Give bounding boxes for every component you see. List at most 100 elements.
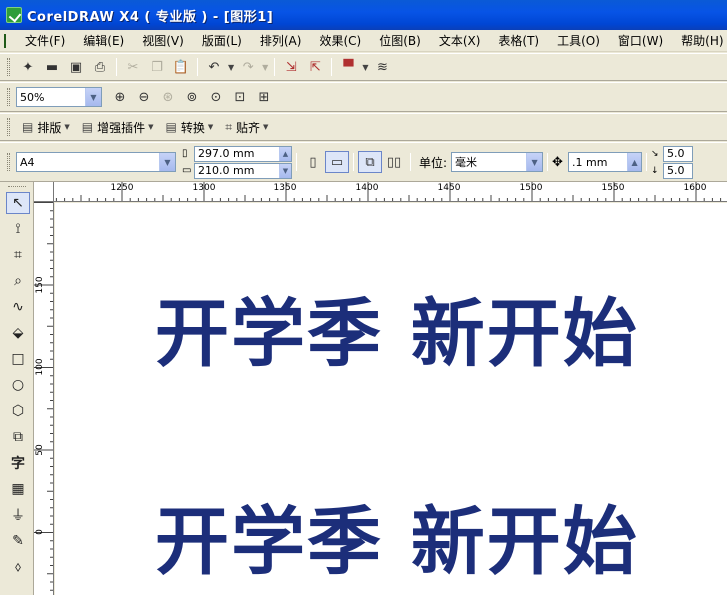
landscape-icon[interactable]: ▭ — [325, 151, 349, 173]
current-page-icon[interactable]: ▯▯ — [382, 151, 406, 173]
open-icon[interactable]: ▬ — [40, 56, 64, 78]
toolbar-separator — [197, 58, 198, 76]
enhance-plugin-button[interactable]: ▤ 增强插件 ▼ — [76, 116, 160, 138]
zoom-in-icon[interactable]: ⊕ — [108, 86, 132, 108]
menu-window[interactable]: 窗口(W) — [609, 32, 672, 49]
zoom-width-icon[interactable]: ⊡ — [228, 86, 252, 108]
nudge-distance-field[interactable]: .1 mm ▲ — [568, 152, 643, 172]
cut-icon[interactable]: ✂ — [121, 56, 145, 78]
outline-tool-icon[interactable]: ⬨ — [6, 556, 30, 578]
shape-tool-icon[interactable]: ⟟ — [6, 218, 30, 240]
vertical-ruler[interactable]: 150 100 50 0 — [34, 202, 54, 595]
basic-shapes-icon[interactable]: ⧉ — [6, 426, 30, 448]
spinner-icon[interactable]: ▼ — [279, 163, 291, 178]
undo-icon[interactable]: ↶ — [202, 56, 226, 78]
units-select[interactable]: 毫米 ▼ — [451, 152, 544, 172]
menu-view[interactable]: 视图(V) — [133, 32, 193, 49]
drawing-canvas[interactable]: 开学季 新开始 开学季 新开始 — [55, 203, 727, 595]
convert-plugin-button[interactable]: ▤ 转换 ▼ — [160, 116, 220, 138]
menu-text[interactable]: 文本(X) — [430, 32, 490, 49]
layout-plugin-button[interactable]: ▤ 排版 ▼ — [16, 116, 76, 138]
all-pages-icon[interactable]: ⧉ — [358, 151, 382, 173]
dup-x-field[interactable]: 5.0 — [663, 145, 694, 162]
ellipse-tool-icon[interactable]: ○ — [6, 374, 30, 396]
page-height-field[interactable]: 210.0 mm ▼ — [194, 162, 292, 179]
artwork-text-top[interactable]: 开学季 新开始 — [155, 297, 639, 371]
table-tool-icon[interactable]: ▦ — [6, 478, 30, 500]
chevron-down-icon[interactable]: ▼ — [159, 153, 175, 171]
zoom-toolbar: 50% ▼ ⊕ ⊖ ⊛ ⊚ ⊙ ⊡ ⊞ — [0, 82, 727, 112]
interactive-blend-icon[interactable]: ⏚ — [6, 504, 30, 526]
text-tool-icon[interactable]: 字 — [6, 452, 30, 474]
save-icon[interactable]: ▣ — [64, 56, 88, 78]
dup-x-value: 5.0 — [667, 147, 685, 160]
redo-dropdown-icon[interactable]: ▼ — [262, 63, 268, 72]
artwork-text-bottom[interactable]: 开学季 新开始 — [155, 505, 639, 579]
toolbar-grip[interactable] — [7, 88, 10, 106]
menu-effects[interactable]: 效果(C) — [310, 32, 370, 49]
page-width-field[interactable]: 297.0 mm ▲ — [194, 145, 292, 162]
zoom-selected-icon[interactable]: ⊛ — [156, 86, 180, 108]
toolbox-grip[interactable] — [8, 186, 26, 188]
new-icon[interactable]: ✦ — [16, 56, 40, 78]
page-width-value: 297.0 mm — [198, 147, 255, 160]
menu-help[interactable]: 帮助(H) — [672, 32, 727, 49]
snap-plugin-button[interactable]: ⌗ 贴齐 ▼ — [219, 116, 274, 138]
document-icon[interactable] — [4, 33, 6, 48]
crop-tool-icon[interactable]: ⌗ — [6, 244, 30, 266]
units-value: 毫米 — [455, 156, 478, 169]
options-icon[interactable]: ≋ — [370, 56, 394, 78]
ruler-origin[interactable] — [34, 182, 54, 202]
paste-icon[interactable]: 📋 — [169, 56, 193, 78]
undo-dropdown-icon[interactable]: ▼ — [228, 63, 234, 72]
import-icon[interactable]: ⇲ — [279, 56, 303, 78]
zoom-height-icon[interactable]: ⊞ — [252, 86, 276, 108]
plugin-toolbar: ▤ 排版 ▼ ▤ 增强插件 ▼ ▤ 转换 ▼ ⌗ 贴齐 ▼ — [0, 113, 727, 141]
launcher-icon[interactable]: ▀ — [336, 56, 360, 78]
menu-file[interactable]: 文件(F) — [16, 32, 74, 49]
menu-edit[interactable]: 编辑(E) — [74, 32, 133, 49]
eyedropper-icon[interactable]: ✎ — [6, 530, 30, 552]
dup-y-field[interactable]: 5.0 — [663, 162, 694, 179]
menu-layout[interactable]: 版面(L) — [193, 32, 251, 49]
spinner-icon[interactable]: ▲ — [627, 153, 642, 171]
copy-icon[interactable]: ❐ — [145, 56, 169, 78]
zoom-level-select[interactable]: 50% ▼ — [16, 87, 102, 107]
polygon-tool-icon[interactable]: ⬡ — [6, 400, 30, 422]
pick-tool-icon[interactable]: ↖ — [6, 192, 30, 214]
export-icon[interactable]: ⇱ — [303, 56, 327, 78]
toolbar-separator — [274, 58, 276, 76]
paper-size-select[interactable]: A4 ▼ — [16, 152, 176, 172]
launcher-dropdown-icon[interactable]: ▼ — [362, 63, 368, 72]
nudge-icon: ✥ — [552, 154, 563, 170]
zoom-tool-icon[interactable]: ⌕ — [6, 270, 30, 292]
rectangle-tool-icon[interactable]: □ — [6, 348, 30, 370]
ruler-label: 1450 — [437, 183, 461, 193]
ruler-label: 1550 — [601, 183, 625, 193]
chevron-down-icon[interactable]: ▼ — [85, 88, 101, 106]
print-icon[interactable]: ⎙ — [88, 56, 112, 78]
spinner-icon[interactable]: ▲ — [279, 146, 291, 161]
toolbar-separator — [331, 58, 333, 76]
dropdown-icon: ▼ — [207, 123, 214, 131]
zoom-all-icon[interactable]: ⊚ — [180, 86, 204, 108]
menu-table[interactable]: 表格(T) — [489, 32, 548, 49]
toolbar-grip[interactable] — [7, 118, 10, 136]
freehand-tool-icon[interactable]: ∿ — [6, 296, 30, 318]
zoom-page-icon[interactable]: ⊙ — [204, 86, 228, 108]
enhance-icon: ▤ — [81, 120, 94, 134]
horizontal-ruler[interactable]: 1250 1300 1350 1400 1450 1500 1550 1600 — [34, 182, 727, 202]
toolbar-grip[interactable] — [7, 153, 10, 171]
menu-tools[interactable]: 工具(O) — [548, 32, 609, 49]
title-bar: CorelDRAW X4 ( 专业版 ) - [图形1] — [0, 0, 727, 30]
toolbar-grip[interactable] — [7, 58, 10, 76]
smart-fill-icon[interactable]: ⬙ — [6, 322, 30, 344]
chevron-down-icon[interactable]: ▼ — [526, 153, 543, 171]
duplicate-distance: ↘ 5.0 ↓ 5.0 — [651, 145, 694, 179]
menu-bitmaps[interactable]: 位图(B) — [370, 32, 430, 49]
redo-icon[interactable]: ↷ — [236, 56, 260, 78]
zoom-out-icon[interactable]: ⊖ — [132, 86, 156, 108]
menu-arrange[interactable]: 排列(A) — [251, 32, 311, 49]
zoom-level-value: 50% — [20, 90, 45, 104]
portrait-icon[interactable]: ▯ — [301, 151, 325, 173]
